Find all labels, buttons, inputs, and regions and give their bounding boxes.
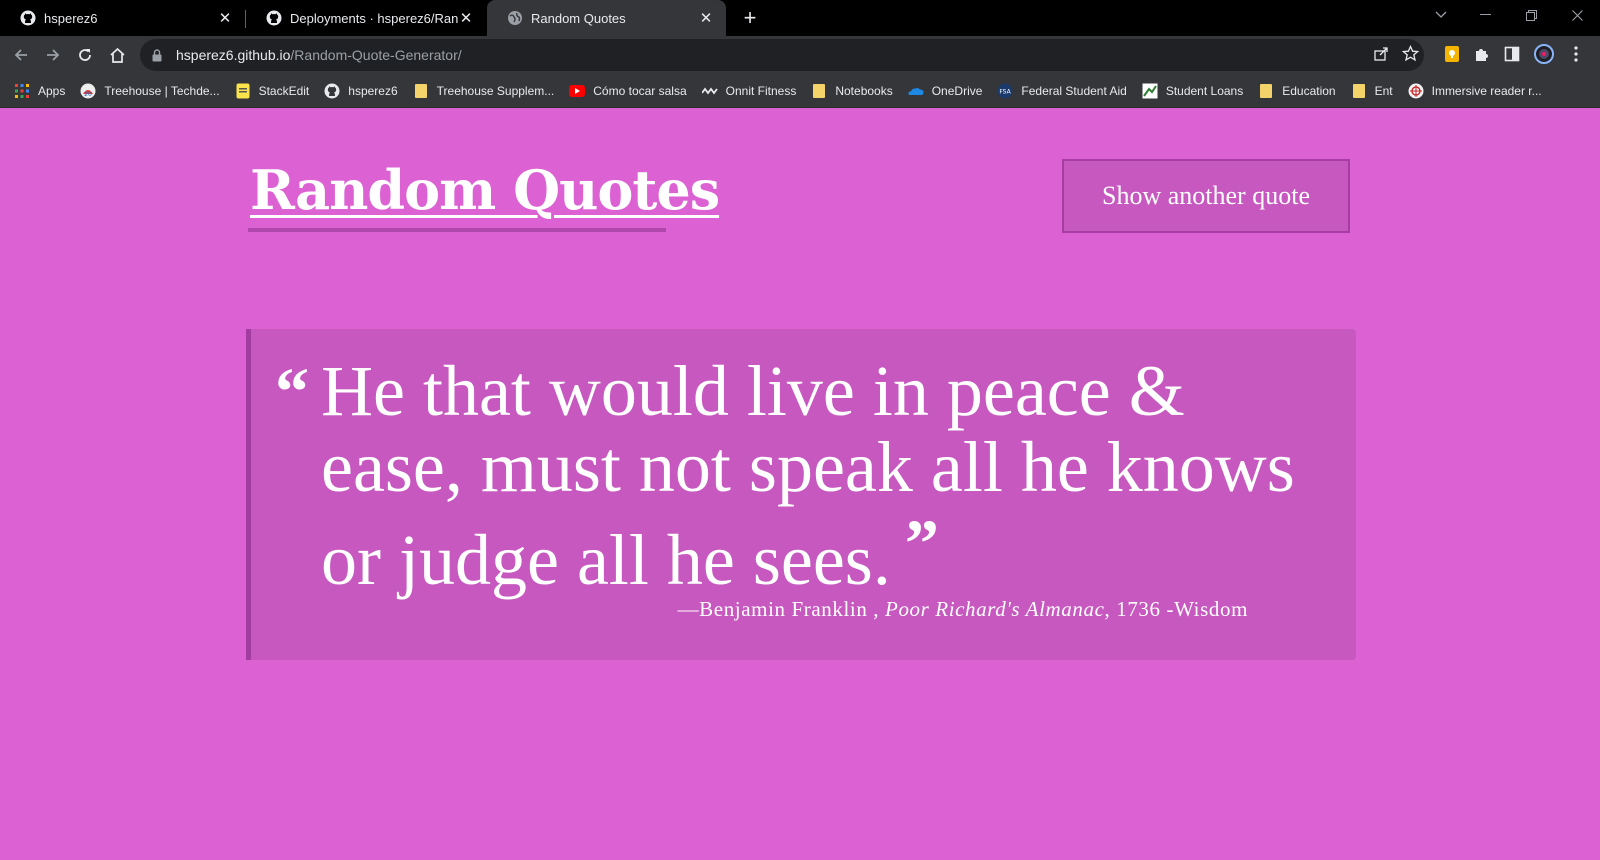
bookmark-label: Student Loans [1165, 83, 1244, 98]
bookmark-apps[interactable]: Apps [14, 83, 65, 99]
folder-icon [413, 83, 429, 99]
tab-strip: hsperez6 ✕ Deployments · hsperez6/Random… [0, 0, 1600, 36]
address-bar[interactable]: hsperez6.github.io/Random-Quote-Generato… [140, 39, 1424, 71]
tab-hsperez6[interactable]: hsperez6 ✕ [0, 0, 245, 36]
share-icon[interactable] [1372, 44, 1390, 62]
bookmark-label: Treehouse Supplem... [436, 83, 555, 98]
stackedit-icon [235, 83, 251, 99]
bookmark-student-loans[interactable]: Student Loans [1142, 83, 1243, 99]
bookmarks-bar: Apps 20 Treehouse | Techde... StackEdit … [0, 74, 1600, 108]
extensions-puzzle-icon[interactable] [1472, 44, 1492, 64]
forward-icon[interactable] [38, 40, 68, 70]
close-tab-icon[interactable]: ✕ [698, 10, 714, 27]
profile-avatar-icon[interactable] [1534, 44, 1554, 64]
quote-citation: —Benjamin Franklin , Poor Richard's Alma… [678, 597, 1248, 622]
close-tab-icon[interactable]: ✕ [458, 10, 474, 27]
quote-tag: Wisdom [1174, 597, 1248, 621]
bookmark-label: Onnit Fitness [725, 83, 797, 98]
apps-grid-icon [14, 83, 30, 99]
title-underline-bar [248, 228, 666, 232]
github-icon [20, 10, 36, 26]
menu-dots-icon[interactable] [1566, 44, 1586, 64]
bookmark-treehouse-supplem[interactable]: Treehouse Supplem... [413, 83, 555, 99]
bookmark-label: OneDrive [931, 83, 983, 98]
back-icon[interactable] [6, 40, 36, 70]
student-loans-icon [1142, 83, 1158, 99]
github-icon [324, 83, 340, 99]
url-text: hsperez6.github.io/Random-Quote-Generato… [176, 47, 462, 63]
tab-deployments[interactable]: Deployments · hsperez6/Random-Quote-Gene… [246, 0, 486, 36]
close-quote-mark: ” [904, 505, 939, 581]
quote-box: “ He that would live in peace & ease, mu… [246, 329, 1356, 660]
quote-text-block: He that would live in peace & ease, must… [321, 353, 1331, 598]
bookmark-treehouse[interactable]: 20 Treehouse | Techde... [80, 83, 220, 99]
bookmark-hsperez6[interactable]: hsperez6 [324, 83, 398, 99]
bookmark-label: Treehouse | Techde... [104, 83, 220, 98]
browser-toolbar: hsperez6.github.io/Random-Quote-Generato… [0, 36, 1600, 74]
tab-search-icon[interactable] [1418, 0, 1464, 30]
onedrive-icon [908, 83, 924, 99]
globe-icon [507, 10, 523, 26]
url-path: /Random-Quote-Generator/ [290, 47, 462, 63]
youtube-icon [569, 83, 586, 99]
bookmark-immersive-reader[interactable]: Immersive reader r... [1408, 83, 1542, 99]
keep-extension-icon[interactable] [1442, 44, 1462, 64]
svg-text:20: 20 [85, 91, 93, 98]
bookmark-label: Ent [1374, 83, 1393, 98]
bookmark-label: Apps [38, 83, 66, 98]
quote-source: Poor Richard's Almanac [885, 597, 1105, 621]
new-tab-button[interactable]: + [736, 4, 764, 32]
minimize-icon[interactable] [1462, 0, 1508, 30]
side-panel-icon[interactable] [1502, 44, 1522, 64]
bookmark-stackedit[interactable]: StackEdit [235, 83, 310, 99]
tab-title: hsperez6 [44, 10, 98, 26]
bookmark-education[interactable]: Education [1258, 83, 1336, 99]
treehouse-icon: 20 [80, 83, 96, 99]
bookmark-label: Education [1282, 83, 1336, 98]
tab-random-quotes[interactable]: Random Quotes ✕ [487, 0, 726, 36]
onnit-icon [701, 83, 718, 99]
page-title[interactable]: Random Quotes [250, 158, 720, 222]
bookmark-onnit-fitness[interactable]: Onnit Fitness [701, 83, 797, 99]
page-content: Random Quotes Show another quote “ He th… [0, 108, 1600, 860]
bookmark-label: Federal Student Aid [1021, 83, 1127, 98]
folder-icon [1258, 83, 1274, 99]
fsa-icon: FSA [997, 83, 1013, 99]
bookmark-como-tocar-salsa[interactable]: Cómo tocar salsa [569, 83, 687, 99]
svg-text:FSA: FSA [1000, 88, 1012, 95]
bookmark-onedrive[interactable]: OneDrive [908, 83, 983, 99]
github-icon [266, 10, 282, 26]
folder-icon [1351, 83, 1367, 99]
folder-icon [811, 83, 827, 99]
bookmark-ent[interactable]: Ent [1351, 83, 1393, 99]
bookmark-label: Immersive reader r... [1431, 83, 1542, 98]
open-quote-mark: “ [275, 353, 309, 429]
bookmark-label: StackEdit [258, 83, 310, 98]
tab-title: Deployments · hsperez6/Random-Quote-Gene… [290, 10, 458, 26]
tab-title: Random Quotes [531, 10, 626, 26]
show-another-quote-button[interactable]: Show another quote [1062, 159, 1350, 233]
home-icon[interactable] [102, 40, 132, 70]
bookmark-star-icon[interactable] [1401, 44, 1419, 62]
restore-icon[interactable] [1508, 0, 1554, 30]
quote-text: He that would live in peace & ease, must… [321, 351, 1295, 600]
quote-author: —Benjamin Franklin , [677, 597, 880, 621]
bookmark-label: hsperez6 [348, 83, 398, 98]
quote-year: , 1736 - [1104, 597, 1175, 621]
bookmark-label: Notebooks [835, 83, 893, 98]
close-window-icon[interactable] [1554, 0, 1600, 30]
url-host: hsperez6.github.io [176, 47, 291, 63]
bookmark-notebooks[interactable]: Notebooks [811, 83, 893, 99]
immersive-reader-icon [1408, 83, 1424, 99]
close-tab-icon[interactable]: ✕ [217, 10, 233, 27]
bookmark-federal-student-aid[interactable]: FSA Federal Student Aid [997, 83, 1127, 99]
reload-icon[interactable] [70, 40, 100, 70]
bookmark-label: Cómo tocar salsa [593, 83, 687, 98]
lock-icon[interactable] [152, 48, 166, 62]
